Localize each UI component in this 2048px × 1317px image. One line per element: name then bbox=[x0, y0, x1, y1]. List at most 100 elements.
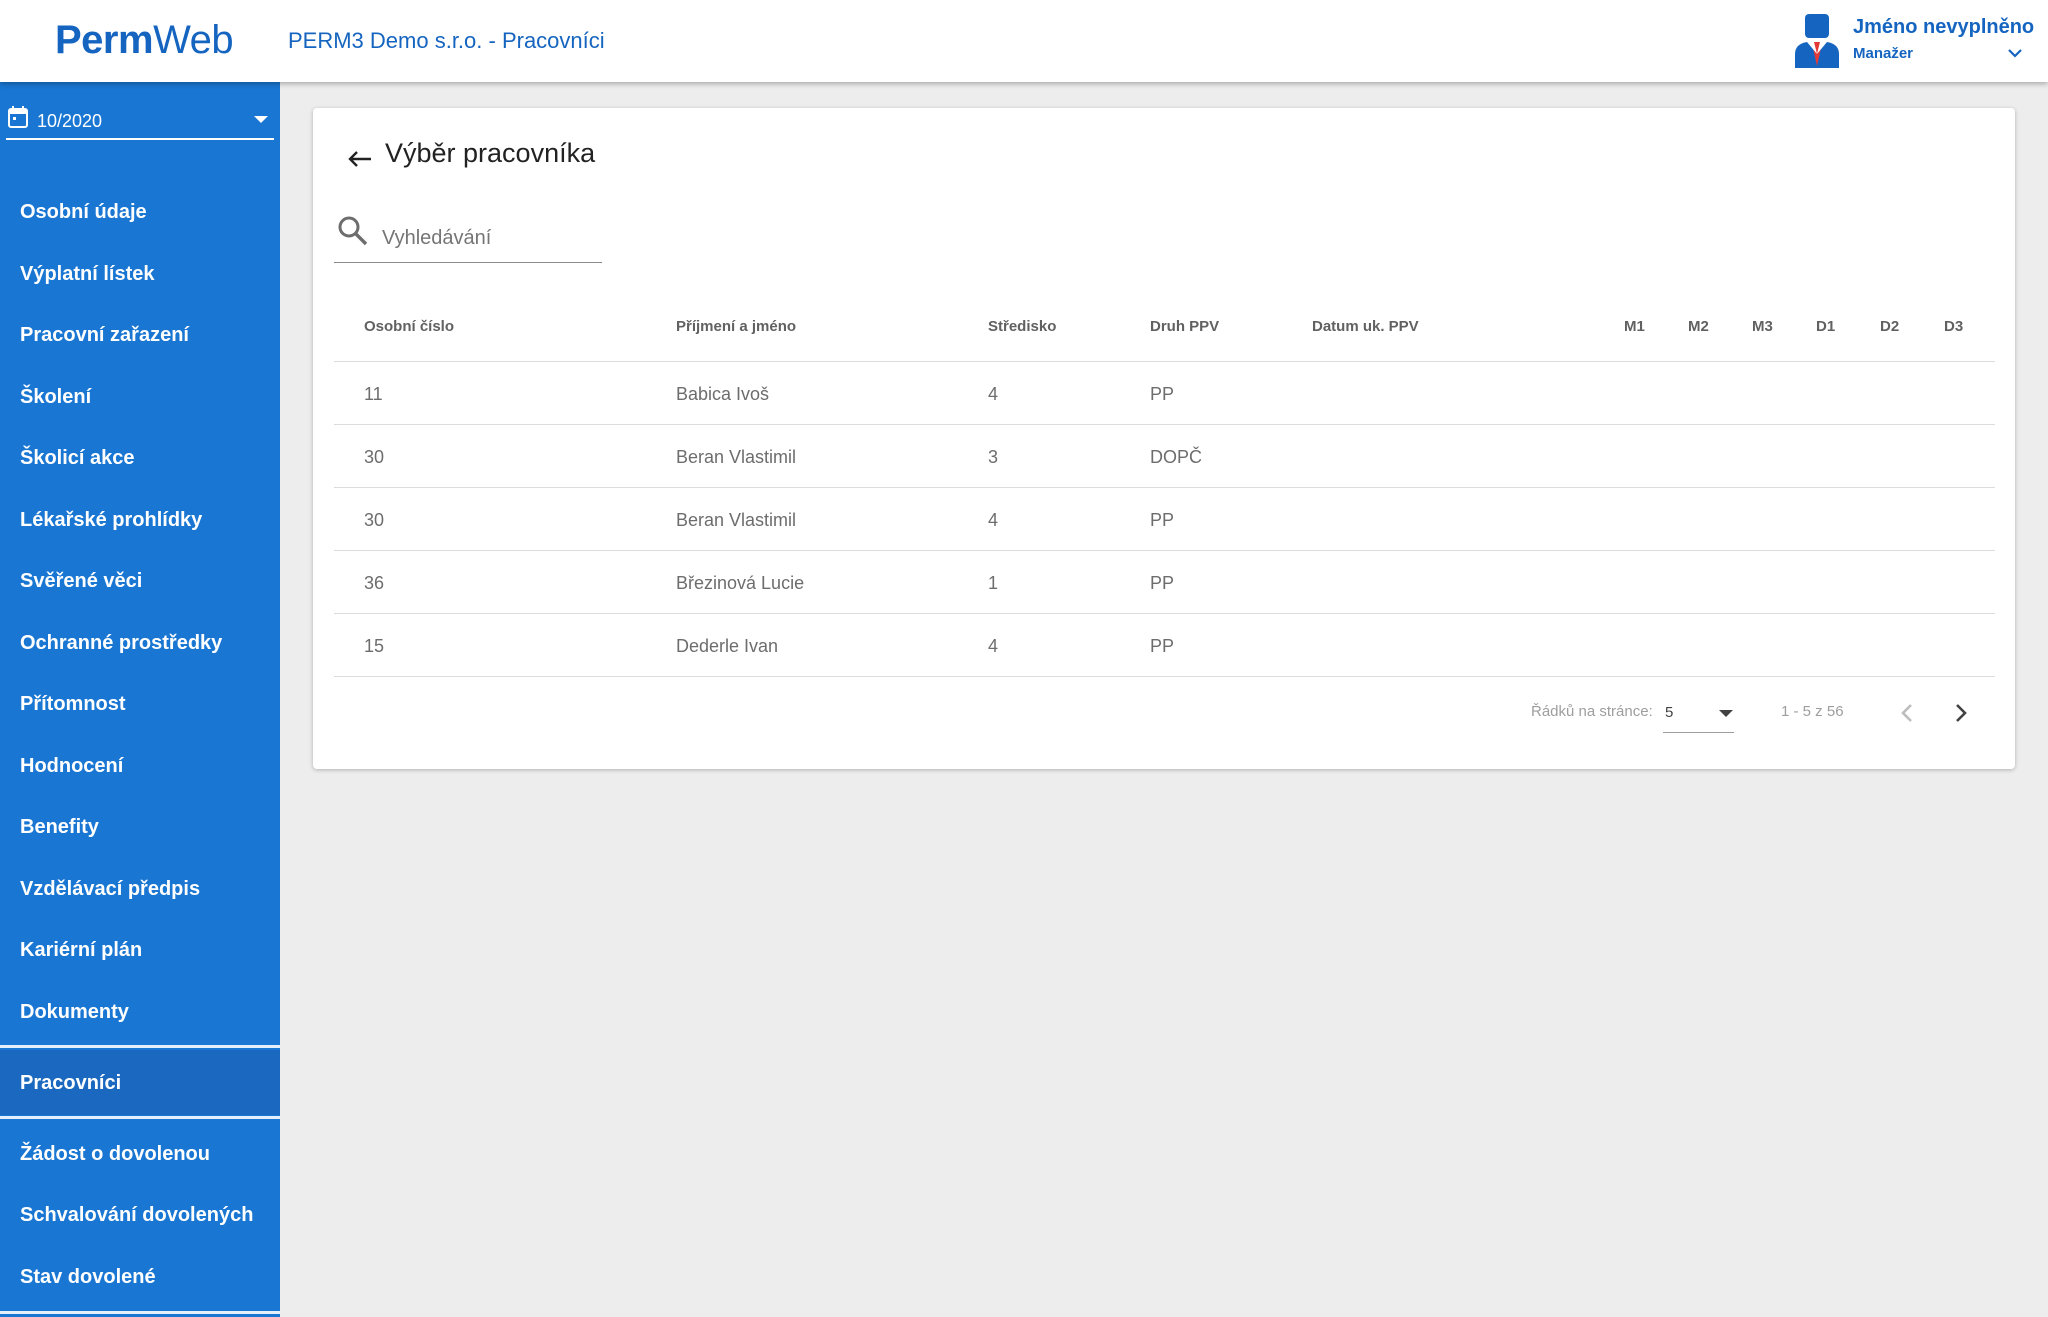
cell-stredisko: 4 bbox=[988, 636, 999, 656]
column-header-m1[interactable]: M1 bbox=[1624, 318, 1645, 335]
column-header-m3[interactable]: M3 bbox=[1752, 318, 1773, 335]
column-header-druh-ppv[interactable]: Druh PPV bbox=[1150, 318, 1219, 335]
sidebar-item-label: Hodnocení bbox=[20, 755, 124, 777]
cell-osobni-cislo: 15 bbox=[364, 636, 385, 656]
cell-osobni-cislo: 30 bbox=[364, 447, 385, 467]
nav-divider bbox=[0, 1116, 280, 1119]
column-header-jmeno[interactable]: Příjmení a jméno bbox=[676, 318, 796, 335]
sidebar-item-vzdelavaci-predpis[interactable]: Vzdělávací předpis bbox=[0, 859, 280, 920]
sidebar-item-karierni-plan[interactable]: Kariérní plán bbox=[0, 920, 280, 981]
chevron-down-icon bbox=[254, 116, 268, 123]
sidebar-item-label: Dokumenty bbox=[20, 1001, 129, 1023]
chevron-down-icon[interactable] bbox=[2006, 44, 2024, 62]
sidebar-item-label: Schvalování dovolených bbox=[20, 1204, 254, 1226]
period-value: 10/2020 bbox=[37, 111, 103, 131]
back-arrow-icon[interactable] bbox=[345, 144, 375, 174]
sidebar-item-label: Ochranné prostředky bbox=[20, 632, 223, 654]
cell-druh-ppv: PP bbox=[1150, 510, 1175, 530]
logo[interactable]: PermWeb bbox=[55, 18, 234, 63]
table-row[interactable]: 36 Březinová Lucie 1 PP bbox=[334, 551, 1995, 614]
cell-jmeno: Babica Ivoš bbox=[676, 384, 770, 404]
chevron-down-icon bbox=[1719, 710, 1733, 717]
user-avatar-icon[interactable] bbox=[1793, 14, 1841, 68]
user-name[interactable]: Jméno nevyplněno bbox=[1853, 16, 2034, 39]
sidebar-item-benefity[interactable]: Benefity bbox=[0, 797, 280, 858]
sidebar-item-label: Svěřené věci bbox=[20, 570, 143, 592]
pagination-range: 1 - 5 z 56 bbox=[1781, 703, 1844, 720]
sidebar-item-skolici-akce[interactable]: Školicí akce bbox=[0, 428, 280, 489]
cell-jmeno: Dederle Ivan bbox=[676, 636, 779, 656]
employee-select-card: Výběr pracovníka Vyhledávání Osobní čísl… bbox=[313, 108, 2015, 769]
sidebar-item-pracovni-zarazeni[interactable]: Pracovní zařazení bbox=[0, 305, 280, 366]
sidebar-item-label: Pracovníci bbox=[20, 1072, 122, 1094]
sidebar-item-vyplatni-listek[interactable]: Výplatní lístek bbox=[0, 244, 280, 305]
column-header-d2[interactable]: D2 bbox=[1880, 318, 1899, 335]
sidebar-item-label: Přítomnost bbox=[20, 693, 126, 715]
cell-osobni-cislo: 36 bbox=[364, 573, 385, 593]
sidebar-item-zadost-o-dovolenou[interactable]: Žádost o dovolenou bbox=[0, 1124, 280, 1185]
cell-jmeno: Březinová Lucie bbox=[676, 573, 805, 593]
column-header-d3[interactable]: D3 bbox=[1944, 318, 1963, 335]
column-header-stredisko[interactable]: Středisko bbox=[988, 318, 1056, 335]
search-input[interactable]: Vyhledávání bbox=[334, 208, 602, 263]
chevron-right-icon[interactable] bbox=[1945, 698, 1975, 728]
cell-stredisko: 3 bbox=[988, 447, 999, 467]
sidebar-item-pracovnici[interactable]: Pracovníci bbox=[0, 1050, 280, 1115]
cell-osobni-cislo: 11 bbox=[364, 384, 383, 404]
sidebar-item-skoleni[interactable]: Školení bbox=[0, 367, 280, 428]
rows-per-page-select[interactable]: 5 bbox=[1663, 696, 1734, 733]
logo-web: Web bbox=[153, 18, 234, 62]
sidebar: 10/2020 Osobní údaje Výplatní lístek Pra… bbox=[0, 82, 280, 1317]
sidebar-item-label: Školení bbox=[20, 386, 92, 408]
sidebar-item-pritomnost[interactable]: Přítomnost bbox=[0, 674, 280, 735]
table-row[interactable]: 30 Beran Vlastimil 3 DOPČ bbox=[334, 425, 1995, 488]
nav-divider bbox=[0, 1311, 280, 1314]
sidebar-item-label: Školicí akce bbox=[20, 447, 135, 469]
sidebar-item-label: Žádost o dovolenou bbox=[20, 1143, 210, 1165]
sidebar-item-osobni-udaje[interactable]: Osobní údaje bbox=[0, 182, 280, 243]
search-placeholder: Vyhledávání bbox=[382, 227, 492, 249]
column-header-m2[interactable]: M2 bbox=[1688, 318, 1709, 335]
sidebar-item-dokumenty[interactable]: Dokumenty bbox=[0, 982, 280, 1043]
sidebar-item-label: Pracovní zařazení bbox=[20, 324, 189, 346]
sidebar-item-label: Lékařské prohlídky bbox=[20, 509, 203, 531]
sidebar-item-schvalovani-dovolenych[interactable]: Schvalování dovolených bbox=[0, 1185, 280, 1246]
cell-druh-ppv: PP bbox=[1150, 573, 1175, 593]
sidebar-item-lekarske-prohlidky[interactable]: Lékařské prohlídky bbox=[0, 490, 280, 551]
cell-osobni-cislo: 30 bbox=[364, 510, 385, 530]
sidebar-item-stav-dovolene[interactable]: Stav dovolené bbox=[0, 1247, 280, 1308]
rows-per-page-value: 5 bbox=[1665, 704, 1674, 721]
table-row[interactable]: 11 Babica Ivoš 4 PP bbox=[334, 362, 1995, 425]
cell-stredisko: 1 bbox=[988, 573, 999, 593]
column-header-datum-uk-ppv[interactable]: Datum uk. PPV bbox=[1312, 318, 1419, 335]
sidebar-item-sverene-veci[interactable]: Svěřené věci bbox=[0, 551, 280, 612]
page-title: PERM3 Demo s.r.o. - Pracovníci bbox=[288, 28, 605, 53]
sidebar-item-hodnoceni[interactable]: Hodnocení bbox=[0, 736, 280, 797]
sidebar-item-label: Benefity bbox=[20, 816, 99, 838]
app-header: PermWeb PERM3 Demo s.r.o. - Pracovníci J… bbox=[0, 0, 2048, 82]
cell-jmeno: Beran Vlastimil bbox=[676, 447, 797, 467]
sidebar-item-label: Stav dovolené bbox=[20, 1266, 156, 1288]
column-header-osobni-cislo[interactable]: Osobní číslo bbox=[364, 318, 454, 335]
search-icon bbox=[338, 216, 368, 246]
column-header-d1[interactable]: D1 bbox=[1816, 318, 1835, 335]
sidebar-item-label: Osobní údaje bbox=[20, 201, 147, 223]
cell-druh-ppv: PP bbox=[1150, 636, 1175, 656]
sidebar-item-label: Vzdělávací předpis bbox=[20, 878, 201, 900]
cell-druh-ppv: DOPČ bbox=[1150, 447, 1203, 467]
user-role: Manažer bbox=[1853, 45, 1914, 62]
period-select[interactable]: 10/2020 bbox=[6, 104, 274, 140]
rows-per-page-label: Řádků na stránce: bbox=[1531, 703, 1653, 720]
nav-divider bbox=[0, 1045, 280, 1048]
sidebar-item-ochranne-prostredky[interactable]: Ochranné prostředky bbox=[0, 613, 280, 674]
sidebar-item-label: Kariérní plán bbox=[20, 939, 143, 961]
card-title: Výběr pracovníka bbox=[385, 138, 596, 168]
table-row[interactable]: 30 Beran Vlastimil 4 PP bbox=[334, 488, 1995, 551]
calendar-icon bbox=[8, 106, 28, 128]
cell-jmeno: Beran Vlastimil bbox=[676, 510, 797, 530]
table-row[interactable]: 15 Dederle Ivan 4 PP bbox=[334, 614, 1995, 677]
logo-perm: Perm bbox=[55, 18, 154, 62]
cell-stredisko: 4 bbox=[988, 384, 999, 404]
chevron-left-icon[interactable] bbox=[1893, 698, 1923, 728]
cell-druh-ppv: PP bbox=[1150, 384, 1175, 404]
